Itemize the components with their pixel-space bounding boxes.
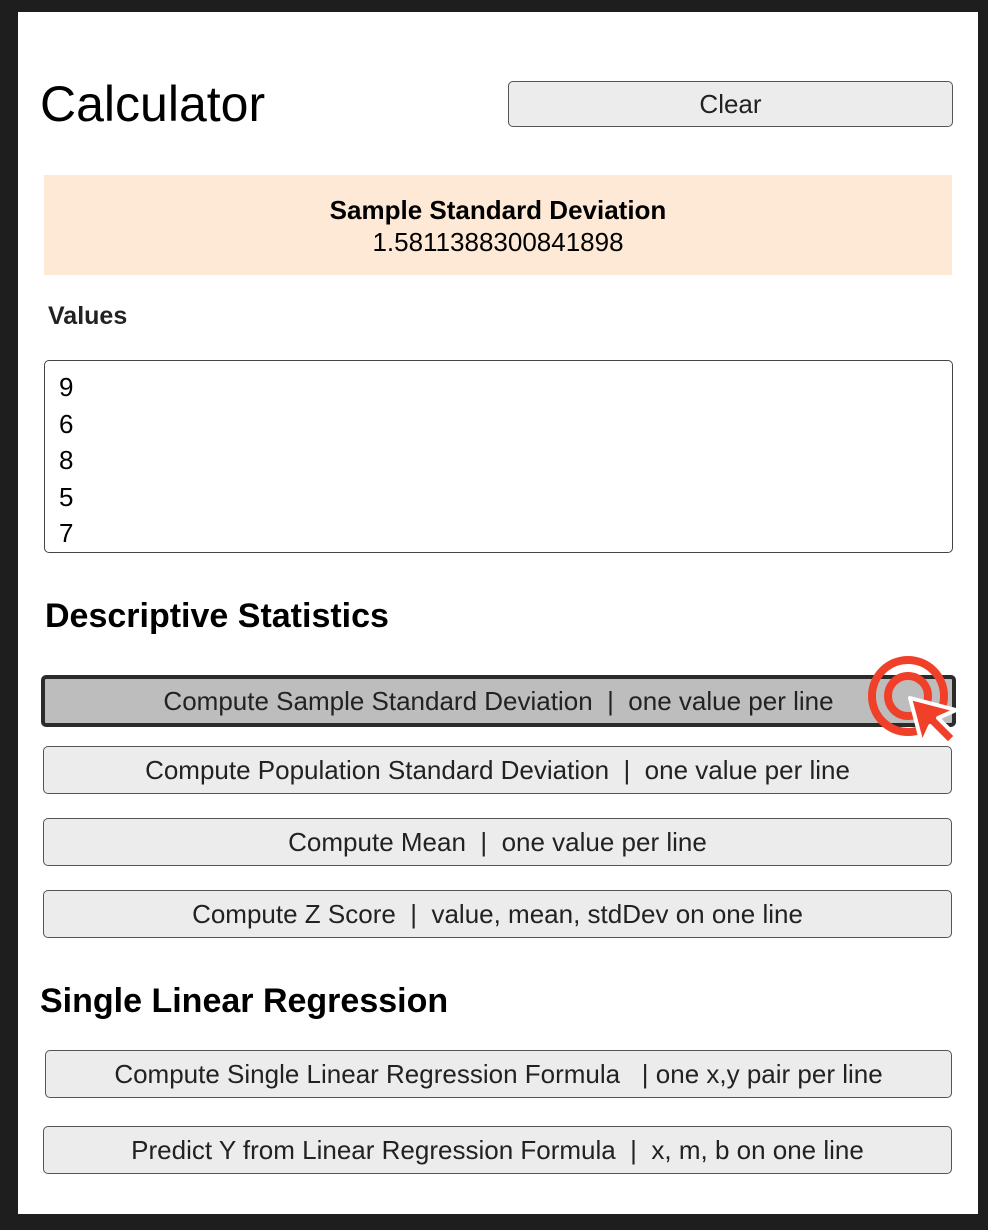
result-value: 1.5811388300841898 [372,227,624,257]
descriptive-statistics-heading: Descriptive Statistics [45,597,389,635]
single-linear-regression-heading: Single Linear Regression [40,982,449,1020]
page-title: Calculator [40,76,266,132]
result-panel: Sample Standard Deviation 1.581138830084… [44,175,952,275]
clear-button[interactable]: Clear [508,81,953,127]
compute-regression-formula-button[interactable]: Compute Single Linear Regression Formula… [45,1050,952,1098]
compute-mean-button[interactable]: Compute Mean | one value per line [43,818,952,866]
compute-z-score-button[interactable]: Compute Z Score | value, mean, stdDev on… [43,890,952,938]
values-textarea[interactable] [44,360,953,553]
compute-sample-std-dev-button[interactable]: Compute Sample Standard Deviation | one … [41,675,956,727]
compute-population-std-dev-button[interactable]: Compute Population Standard Deviation | … [43,746,952,794]
predict-y-button[interactable]: Predict Y from Linear Regression Formula… [43,1126,952,1174]
values-label: Values [48,302,128,330]
calculator-window: Calculator Clear Sample Standard Deviati… [18,12,978,1214]
result-label: Sample Standard Deviation [329,195,667,225]
